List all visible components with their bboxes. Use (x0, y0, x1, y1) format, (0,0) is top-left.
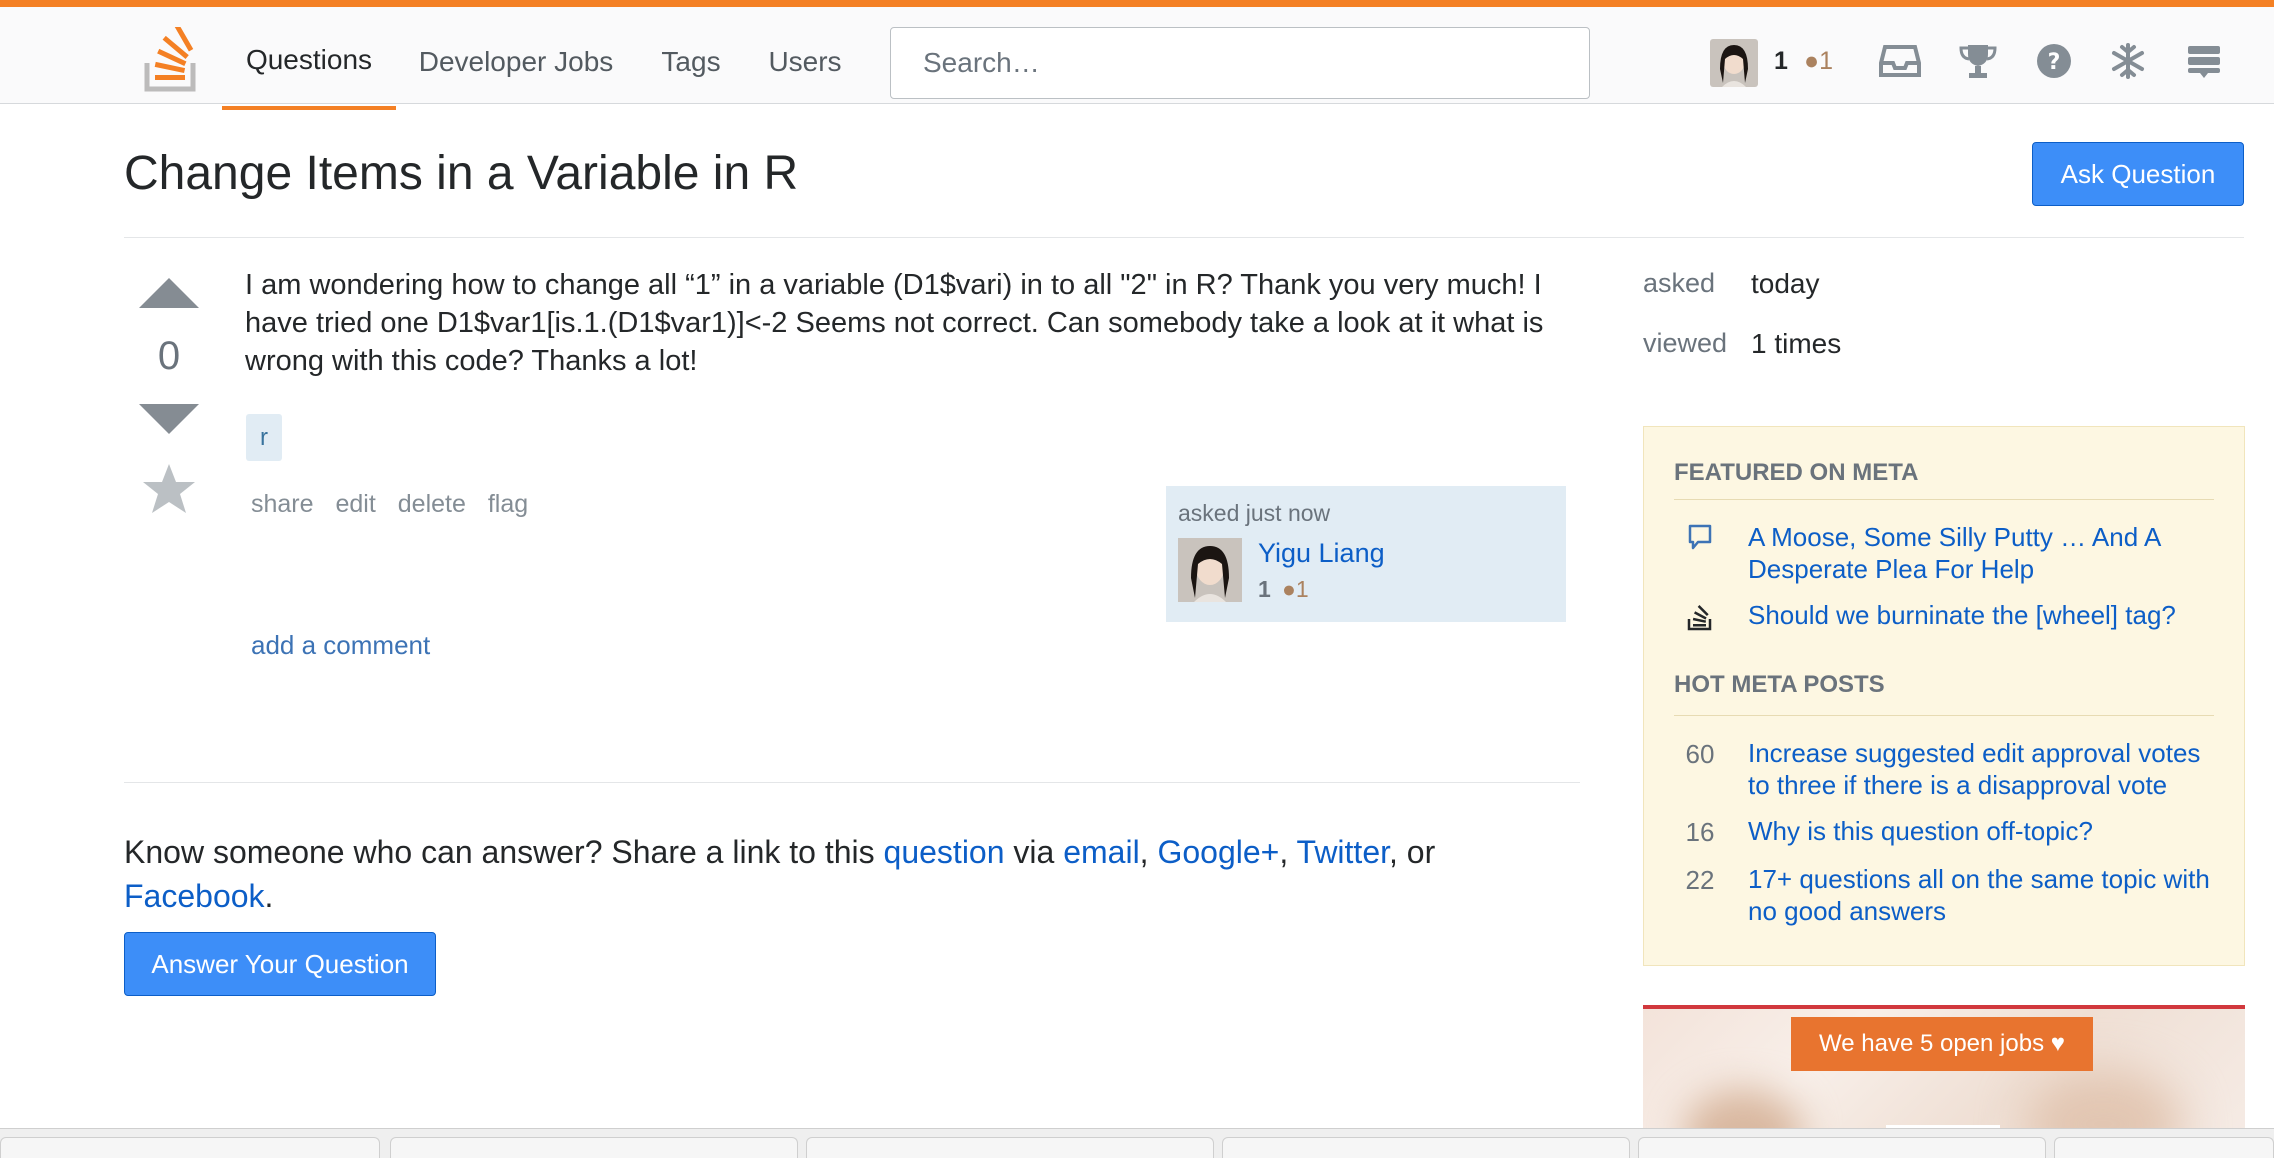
speech-bubble-icon (1688, 524, 1712, 550)
avatar-photo-icon (1710, 39, 1758, 87)
share-question-link[interactable]: question (884, 834, 1005, 870)
open-jobs-button[interactable]: We have 5 open jobs ♥ (1791, 1017, 2093, 1071)
hot-post-link-2[interactable]: Why is this question off-topic? (1748, 815, 2218, 847)
owner-reputation: 1 (1258, 576, 1271, 602)
share-facebook-link[interactable]: Facebook (124, 878, 265, 914)
browser-tab[interactable] (1638, 1137, 2046, 1158)
featured-link-2[interactable]: Should we burninate the [wheel] tag? (1748, 599, 2218, 631)
delete-link[interactable]: delete (398, 490, 466, 518)
stack-overflow-icon (1687, 605, 1712, 631)
share-google-link[interactable]: Google+ (1157, 834, 1279, 870)
share-link[interactable]: share (251, 490, 314, 518)
question-body: I am wondering how to change all “1” in … (245, 269, 1544, 377)
flag-link[interactable]: flag (488, 490, 528, 518)
upvote-arrow-icon[interactable] (139, 278, 199, 308)
browser-tab[interactable] (390, 1137, 798, 1158)
asked-label: asked (1643, 268, 1716, 298)
user-reputation: 1 (1774, 47, 1788, 75)
browser-tab-strip (0, 1128, 2274, 1158)
tag-r[interactable]: r (246, 414, 282, 461)
meta-sidebar-box: FEATURED ON META A Moose, Some Silly Put… (1643, 426, 2245, 966)
hot-meta-posts-heading: HOT META POSTS (1674, 671, 1885, 698)
downvote-arrow-icon[interactable] (139, 404, 199, 434)
add-comment-link[interactable]: add a comment (251, 630, 430, 661)
hot-post-count: 22 (1685, 865, 1715, 895)
browser-tab[interactable] (806, 1137, 1214, 1158)
share-prefix: Know someone who can answer? Share a lin… (124, 834, 884, 870)
share-period: . (264, 878, 274, 914)
hot-post-count: 16 (1685, 817, 1715, 847)
top-bar: Questions Developer Jobs Tags Users 1 ●1… (0, 0, 2274, 110)
nav-tags[interactable]: Tags (648, 14, 734, 110)
share-prompt: Know someone who can answer? Share a lin… (124, 830, 1524, 918)
hot-post-link-1[interactable]: Increase suggested edit approval votes t… (1748, 737, 2218, 801)
site-switcher-menu-icon[interactable] (2180, 37, 2228, 85)
owner-avatar[interactable] (1178, 538, 1242, 602)
inbox-icon[interactable] (1876, 37, 1924, 85)
answer-your-question-button[interactable]: Answer Your Question (124, 932, 436, 996)
share-twitter-link[interactable]: Twitter (1297, 834, 1389, 870)
answer-divider (124, 782, 1580, 783)
owner-signature-card: asked just now Yigu Liang 1 ●1 (1166, 486, 1566, 622)
viewed-label: viewed (1643, 328, 1728, 358)
nav-users[interactable]: Users (756, 14, 854, 110)
favorite-star-icon[interactable] (142, 462, 196, 516)
share-via: via (1004, 834, 1064, 870)
browser-tab[interactable] (1222, 1137, 1630, 1158)
viewed-value: 1 times (1751, 328, 1842, 359)
stack-exchange-snowflake-icon[interactable] (2104, 37, 2152, 85)
owner-name-link[interactable]: Yigu Liang (1258, 538, 1385, 569)
meta-divider (1674, 499, 2214, 500)
owner-bronze-badges: ●1 (1282, 576, 1309, 602)
nav-developer-jobs[interactable]: Developer Jobs (410, 14, 622, 110)
share-sep: , (1279, 834, 1297, 870)
asked-time[interactable]: asked just now (1178, 500, 1330, 527)
post-menu: share edit delete flag (251, 490, 543, 519)
user-bronze-badges: ●1 (1804, 47, 1834, 75)
featured-link-1[interactable]: A Moose, Some Silly Putty … And A Desper… (1748, 521, 2218, 585)
edit-link[interactable]: edit (336, 490, 376, 518)
hot-post-count: 60 (1685, 739, 1715, 769)
search-input[interactable] (890, 27, 1590, 99)
share-sep: , (1139, 834, 1158, 870)
user-avatar[interactable] (1710, 39, 1758, 87)
svg-text:?: ? (2048, 50, 2061, 75)
ask-question-button[interactable]: Ask Question (2032, 142, 2244, 206)
header-divider (124, 237, 2244, 238)
share-or: , or (1389, 834, 1436, 870)
share-email-link[interactable]: email (1063, 834, 1139, 870)
meta-divider (1674, 715, 2214, 716)
hot-post-link-3[interactable]: 17+ questions all on the same topic with… (1748, 863, 2218, 927)
featured-on-meta-heading: FEATURED ON META (1674, 459, 1919, 486)
browser-tab[interactable] (2054, 1137, 2274, 1158)
avatar-photo-icon (1178, 538, 1242, 602)
question-title[interactable]: Change Items in a Variable in R (124, 146, 798, 201)
browser-tab[interactable] (0, 1137, 380, 1158)
achievements-trophy-icon[interactable] (1954, 37, 2002, 85)
stack-overflow-logo-icon[interactable] (143, 27, 199, 93)
asked-value[interactable]: today (1751, 268, 1820, 300)
help-icon[interactable]: ? (2030, 37, 2078, 85)
vote-count: 0 (157, 334, 181, 378)
nav-questions[interactable]: Questions (222, 14, 396, 110)
